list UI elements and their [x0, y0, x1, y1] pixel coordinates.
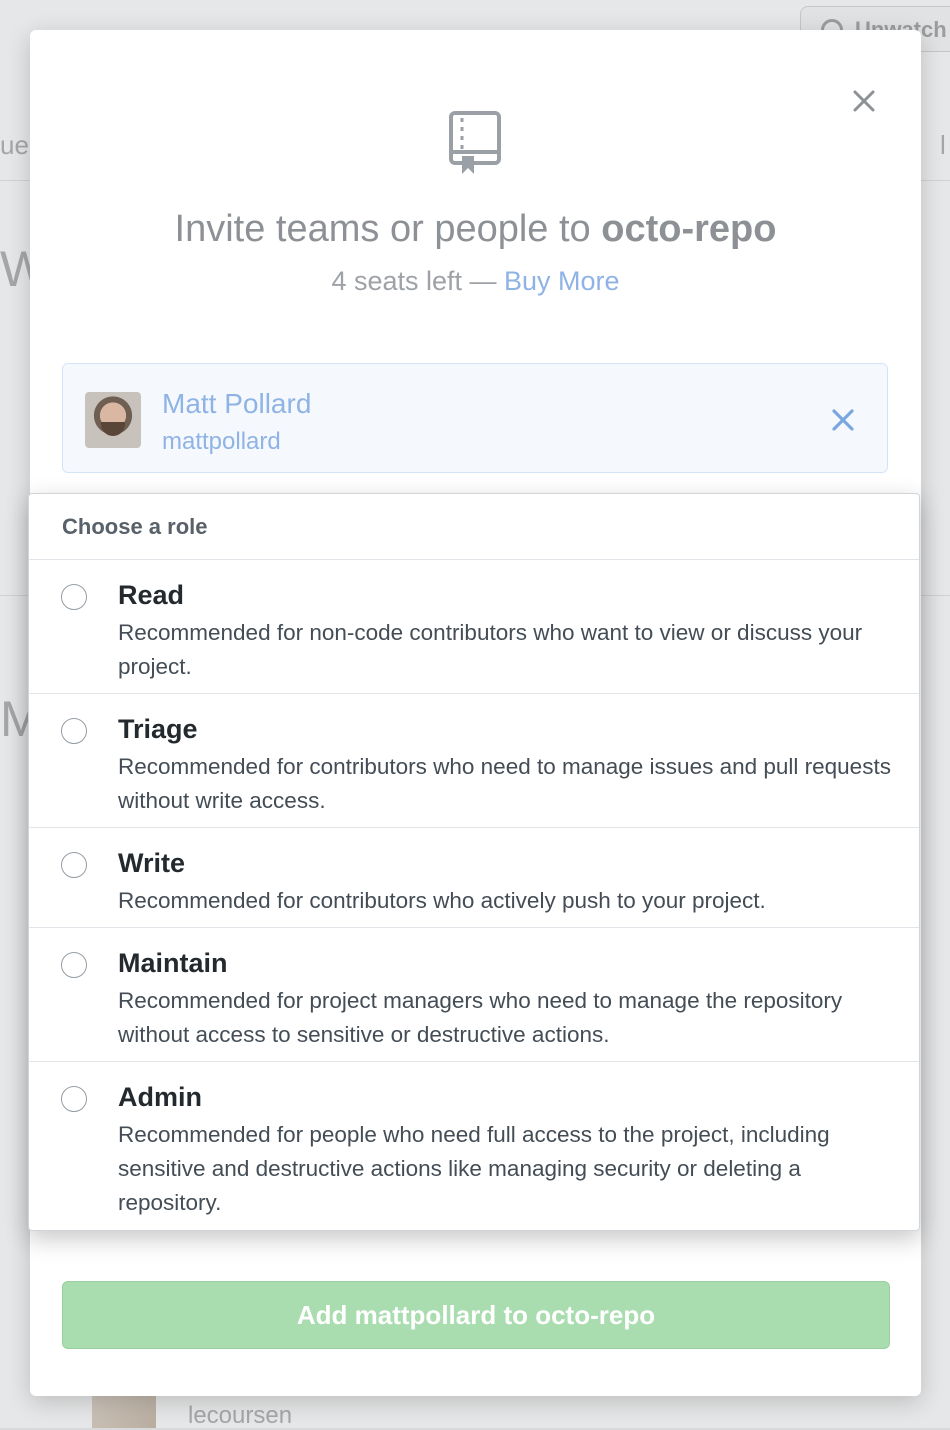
repo-name: octo-repo [601, 208, 777, 250]
role-option-write[interactable]: Write Recommended for contributors who a… [29, 828, 919, 928]
radio-button[interactable] [61, 852, 87, 878]
role-name: Write [118, 848, 186, 878]
role-option-read[interactable]: Read Recommended for non-code contributo… [29, 560, 919, 694]
role-option-maintain[interactable]: Maintain Recommended for project manager… [29, 928, 919, 1062]
role-description: Recommended for contributors who activel… [118, 888, 766, 913]
close-icon[interactable] [831, 408, 855, 432]
role-name: Maintain [118, 948, 228, 978]
user-login: mattpollard [162, 428, 281, 455]
radio-button[interactable] [61, 718, 87, 744]
add-collaborator-button[interactable]: Add mattpollard to octo-repo [62, 1281, 890, 1349]
avatar [85, 392, 141, 448]
role-description: Recommended for people who need full acc… [118, 1122, 830, 1215]
bg-login: lecoursen [188, 1402, 293, 1429]
role-option-triage[interactable]: Triage Recommended for contributors who … [29, 694, 919, 828]
repo-icon [449, 111, 501, 174]
dialog-title: Invite teams or people to octo-repo [30, 208, 921, 251]
role-description: Recommended for contributors who need to… [118, 754, 891, 813]
selected-user-card: Matt Pollard mattpollard [62, 363, 888, 473]
role-name: Read [118, 580, 185, 610]
role-description: Recommended for project managers who nee… [118, 988, 843, 1047]
role-name: Triage [118, 714, 198, 744]
bg-tab-fragment: ue [0, 130, 29, 160]
role-menu: Choose a role Read Recommended for non-c… [28, 493, 920, 1231]
role-menu-header: Choose a role [29, 494, 919, 560]
role-name: Admin [118, 1082, 202, 1112]
user-name[interactable]: Matt Pollard [162, 388, 311, 420]
role-description: Recommended for non-code contributors wh… [118, 620, 863, 679]
close-icon[interactable] [849, 86, 879, 116]
title-prefix: Invite teams or people to [174, 208, 602, 250]
radio-button[interactable] [61, 952, 87, 978]
seats-info: 4 seats left — Buy More [30, 266, 921, 297]
buy-more-link[interactable]: Buy More [504, 266, 620, 296]
seats-text: 4 seats left — [331, 266, 505, 296]
bg-right-fragment: l [940, 130, 946, 160]
radio-button[interactable] [61, 584, 87, 610]
role-option-admin[interactable]: Admin Recommended for people who need fu… [29, 1062, 919, 1230]
radio-button[interactable] [61, 1086, 87, 1112]
